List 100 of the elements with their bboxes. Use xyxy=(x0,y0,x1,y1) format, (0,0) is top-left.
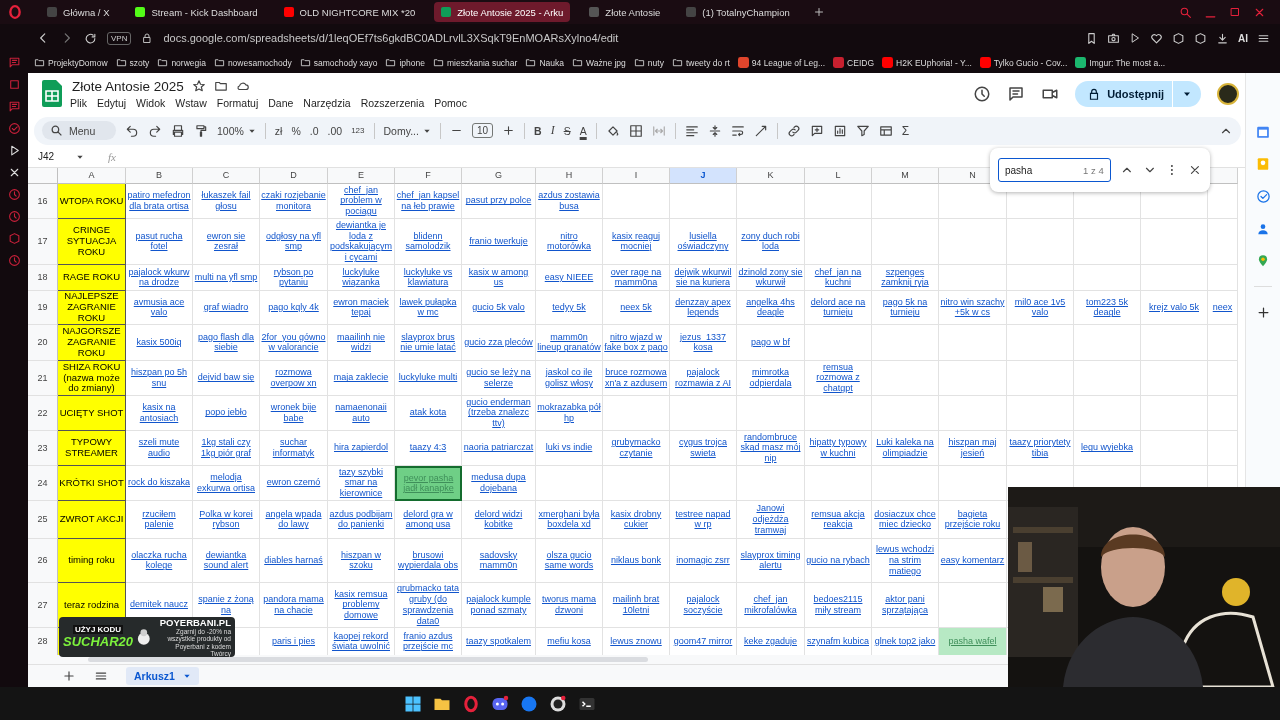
menu-item[interactable]: Dane xyxy=(268,96,294,109)
link[interactable]: mailinh brat 10letni xyxy=(604,594,668,616)
link[interactable]: melodja exkurwa ortisa xyxy=(194,472,258,494)
row-header[interactable]: 24 xyxy=(28,465,58,501)
link[interactable]: aktor pani sprzątająca xyxy=(873,594,937,616)
menu-item[interactable]: Widok xyxy=(136,96,166,109)
row-header[interactable]: 20 xyxy=(28,324,58,361)
link[interactable]: avmusia ace valo xyxy=(127,296,191,319)
link[interactable]: hira zapierdol xyxy=(334,442,388,454)
browser-tab[interactable]: Stream - Kick Dashboard xyxy=(128,2,265,22)
link[interactable]: Polka w korei rybson xyxy=(194,508,258,531)
bookmark[interactable]: H2K EUphoria! - Y... xyxy=(882,57,972,68)
link[interactable]: azdus podbijam do panienki xyxy=(329,508,393,531)
link[interactable]: dejvid baw się xyxy=(197,372,255,384)
link[interactable]: mil0 ace 1v5 valo xyxy=(1008,296,1072,319)
link[interactable]: ewron maciek tepaj xyxy=(329,296,393,319)
sheet-tab[interactable]: Arkusz1 xyxy=(126,667,199,686)
link[interactable]: over rage na mamm0na xyxy=(604,266,668,289)
link[interactable]: lewus znowu xyxy=(610,635,662,647)
link[interactable]: medusa dupa dojebana xyxy=(463,472,534,494)
row-header[interactable]: 27 xyxy=(28,582,58,628)
link[interactable]: mefiu kosa xyxy=(547,635,591,647)
link[interactable]: maja zaklecie xyxy=(333,372,389,384)
link[interactable]: hiszpan maj jesień xyxy=(940,437,1005,459)
link[interactable]: hiszpan w szoku xyxy=(329,549,393,572)
link[interactable]: pago w bf xyxy=(751,336,790,348)
link[interactable]: pasut rucha fotel xyxy=(127,230,191,253)
link[interactable]: ewron czemó xyxy=(266,477,321,489)
link[interactable]: kasix remsua problemy domowe xyxy=(329,588,393,622)
link[interactable]: rozmowa overpow xn xyxy=(261,367,326,389)
link[interactable]: azdus zostawia busa xyxy=(537,190,601,212)
link[interactable]: Luki kaleka na olimpiadzie xyxy=(873,437,937,459)
link[interactable]: kasix w among us xyxy=(463,266,534,289)
link[interactable]: easy NIEEE xyxy=(544,271,594,283)
name-box[interactable]: J42 xyxy=(38,151,90,163)
decrease-decimals-button[interactable]: .0 xyxy=(309,124,319,137)
link[interactable]: atak kota xyxy=(409,407,447,419)
link[interactable]: taazy priorytety tibia xyxy=(1008,437,1072,459)
link[interactable]: namaenonaii auto xyxy=(329,402,393,424)
document-title[interactable]: Złote Antosie 2025 xyxy=(72,78,184,94)
link[interactable]: lusiella oświadczyny xyxy=(671,230,735,253)
menu-item[interactable]: Plik xyxy=(70,96,87,109)
link[interactable]: pajalock wkurw na drodze xyxy=(127,266,191,289)
link[interactable]: lewus wchodzi na strim matiego xyxy=(873,544,937,577)
link[interactable]: chef_jan na kuchni xyxy=(806,266,870,289)
find-field[interactable]: pasha 1 z 4 xyxy=(998,158,1111,182)
italic-button[interactable]: I xyxy=(550,123,555,139)
link[interactable]: odgłosy na yfl smp xyxy=(261,230,326,253)
link[interactable]: tom223 5k deagle xyxy=(1075,296,1139,319)
link[interactable]: ewron sie zesrał xyxy=(194,230,258,253)
link[interactable]: gucio se leży na selerze xyxy=(463,367,534,389)
link[interactable]: patiro mefedron dla brata ortisa xyxy=(127,190,191,212)
increase-decimals-button[interactable]: .00 xyxy=(327,124,343,137)
link[interactable]: luckyluke vs klawiatura xyxy=(396,266,460,289)
link[interactable]: olaczka rucha kolege xyxy=(127,549,191,572)
row-header[interactable]: 19 xyxy=(28,290,58,325)
menu-item[interactable]: Narzędzia xyxy=(303,96,351,109)
link[interactable]: gucio 5k valo xyxy=(472,301,525,313)
link[interactable]: spanie z żoną na xyxy=(194,594,258,616)
link[interactable]: kasix reaguj mocniej xyxy=(604,230,668,253)
link[interactable]: slayprox timing alertu xyxy=(738,549,803,572)
link[interactable]: mimrotka odpierdala xyxy=(738,367,803,389)
bookmark[interactable]: Nauka xyxy=(525,57,564,68)
link[interactable]: xmerghani była boxdela xd xyxy=(537,508,601,531)
link[interactable]: goom47 mirror xyxy=(673,635,733,647)
link[interactable]: grubmacko tata gruby (do sprawdzenia data0 xyxy=(396,583,460,627)
browser-tab[interactable]: OLD NIGHTCORE MIX *20 xyxy=(276,2,423,22)
link[interactable]: demitek naucz xyxy=(130,599,188,611)
link[interactable]: pago 5k na turnieju xyxy=(873,296,937,319)
link[interactable]: krejz valo 5k xyxy=(1149,301,1199,313)
link[interactable]: remsua rozmowa z chatgpt xyxy=(806,361,870,395)
link[interactable]: inomagic zsrr xyxy=(676,554,730,566)
link[interactable]: brusowi wypierdala obs xyxy=(396,549,460,572)
link[interactable]: rock do kiszaka xyxy=(128,477,190,489)
link[interactable]: bruce rozmowa xn'a z azdusem xyxy=(604,367,668,389)
bookmark[interactable]: szoty xyxy=(115,57,150,68)
link[interactable]: bagieta przejście roku xyxy=(940,508,1005,531)
link[interactable]: pago kqly 4k xyxy=(268,301,319,313)
link[interactable]: angela wpada do lawy xyxy=(261,508,326,531)
link[interactable]: szeli mute audio xyxy=(127,437,191,459)
link[interactable]: niklaus bonk xyxy=(610,554,661,566)
link[interactable]: Janowi odjeżdża tramwaj xyxy=(738,503,803,536)
row-header[interactable]: 21 xyxy=(28,360,58,396)
link[interactable]: pago flash dla siebie xyxy=(194,331,258,354)
link[interactable]: neex 5k xyxy=(620,301,652,313)
link[interactable]: nitro wjazd w fake box z pago xyxy=(604,331,668,354)
link[interactable]: kaopej rekord świata uwolnić xyxy=(329,630,393,653)
link[interactable]: glnek top2 jako xyxy=(874,635,936,647)
functions-button[interactable]: Σ xyxy=(901,123,910,138)
bookmark[interactable]: samochody xayo xyxy=(299,57,378,68)
bookmark[interactable]: ProjektyDomow xyxy=(34,57,108,68)
link[interactable]: naoria patriarczat xyxy=(463,442,534,454)
link[interactable]: rzuciłem palenie xyxy=(127,508,191,531)
zoom-dropdown[interactable]: 100% xyxy=(217,124,256,137)
link[interactable]: diables harnaś xyxy=(264,554,323,566)
row-header[interactable]: 16 xyxy=(28,183,58,219)
link[interactable]: hiszpan po 5h snu xyxy=(127,367,191,389)
link[interactable]: dewiantka je loda z podskakującym i cycami xyxy=(329,219,393,263)
link[interactable]: graf wiadro xyxy=(203,301,249,313)
link[interactable]: kasix 500iq xyxy=(136,336,182,348)
